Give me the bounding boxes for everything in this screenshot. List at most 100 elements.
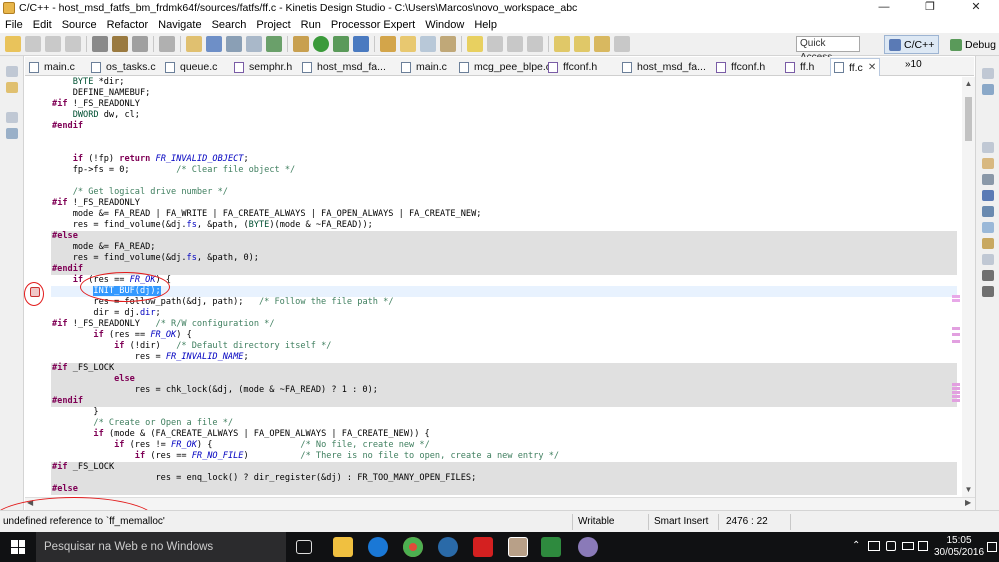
overview-marker[interactable] [952, 383, 960, 386]
code-line[interactable]: /* Get logical drive number */ [51, 187, 957, 198]
console-icon[interactable] [982, 174, 994, 185]
code-line[interactable]: if (res == FR_OK) { [51, 330, 957, 341]
forward-arrow-icon[interactable] [614, 36, 630, 52]
back-arrow-icon[interactable] [594, 36, 610, 52]
restore-icon[interactable] [982, 68, 994, 79]
app-icon[interactable] [438, 537, 458, 557]
code-line[interactable]: #if !_FS_READONLY [51, 99, 957, 110]
code-line[interactable]: if (mode & (FA_CREATE_ALWAYS | FA_OPEN_A… [51, 429, 957, 440]
eclipse-icon[interactable] [578, 537, 598, 557]
menu-navigate[interactable]: Navigate [153, 17, 206, 33]
overview-marker[interactable] [952, 387, 960, 390]
code-line[interactable]: fp->fs = 0; /* Clear file object */ [51, 165, 957, 176]
overview-marker[interactable] [952, 395, 960, 398]
new-icon[interactable] [5, 36, 21, 52]
kinetis-icon[interactable] [541, 537, 561, 557]
code-line[interactable]: res = follow_path(&dj, path); /* Follow … [51, 297, 957, 308]
code-line[interactable]: INIT_BUF(dj); [51, 286, 957, 297]
code-area[interactable]: BYTE *dir; DEFINE_NAMEBUF; #if !_FS_READO… [51, 77, 957, 495]
previous-annotation-icon[interactable] [574, 36, 590, 52]
acrobat-icon[interactable] [473, 537, 493, 557]
code-line[interactable]: DEFINE_NAMEBUF; [51, 88, 957, 99]
tab-main-c[interactable]: main.c [29, 58, 75, 76]
open-type-icon[interactable] [380, 36, 396, 52]
battery-icon[interactable] [902, 542, 914, 550]
tab-main-c-2[interactable]: main.c [401, 58, 447, 76]
code-line[interactable]: #endif [51, 121, 957, 132]
wrench-icon[interactable] [982, 238, 994, 249]
problems-icon[interactable] [982, 190, 994, 201]
tab-os-tasks-c[interactable]: os_tasks.c [91, 58, 156, 76]
menu-refactor[interactable]: Refactor [102, 17, 154, 33]
tab-ffconf-h-1[interactable]: ffconf.h [548, 58, 597, 76]
minimize-button[interactable]: — [861, 0, 907, 16]
pe-components-icon[interactable] [982, 270, 994, 281]
maximize-button[interactable]: ❐ [907, 0, 953, 16]
toggle-block-icon[interactable] [507, 36, 523, 52]
new-class-icon[interactable] [206, 36, 222, 52]
open-task-icon[interactable] [420, 36, 436, 52]
vertical-scrollbar[interactable]: ▲ ▼ [962, 77, 975, 497]
tab-host-msd-fa-2[interactable]: host_msd_fa... [622, 58, 706, 76]
code-line[interactable] [51, 143, 957, 154]
code-line[interactable]: if (!fp) return FR_INVALID_OBJECT; [51, 154, 957, 165]
pin-icon[interactable] [527, 36, 543, 52]
perspective-debug[interactable]: Debug [946, 35, 999, 54]
restore-icon[interactable] [6, 112, 18, 123]
tab-semphr-h[interactable]: semphr.h [234, 58, 292, 76]
code-line[interactable]: res = find_volume(&dj.fs, &path, 0); [51, 253, 957, 264]
tab-ff-h[interactable]: ff.h [785, 58, 814, 76]
debug-icon[interactable] [353, 36, 369, 52]
show-whitespace-icon[interactable] [487, 36, 503, 52]
code-line[interactable]: res = chk_lock(&dj, (mode & ~FA_READ) ? … [51, 385, 957, 396]
gear-icon[interactable] [92, 36, 108, 52]
menu-project[interactable]: Project [251, 17, 295, 33]
menu-processor-expert[interactable]: Processor Expert [326, 17, 420, 33]
code-line[interactable]: #else [51, 231, 957, 242]
save-all-icon[interactable] [45, 36, 61, 52]
file-explorer-icon[interactable] [333, 537, 353, 557]
taskbar-search[interactable]: Pesquisar na Web e no Windows [36, 532, 286, 562]
code-line[interactable]: if (res == FR_OK) { [51, 275, 957, 286]
outline-icon[interactable] [6, 128, 18, 139]
tab-queue-c[interactable]: queue.c [165, 58, 217, 76]
menu-window[interactable]: Window [420, 17, 469, 33]
restore-icon[interactable] [6, 66, 18, 77]
code-line[interactable]: mode &= FA_READ | FA_WRITE | FA_CREATE_A… [51, 209, 957, 220]
tasks-icon[interactable] [982, 206, 994, 217]
taskbar-clock[interactable]: 15:05 30/05/2016 [934, 535, 984, 559]
next-annotation-icon[interactable] [554, 36, 570, 52]
run-icon[interactable] [313, 36, 329, 52]
save-icon[interactable] [25, 36, 41, 52]
code-line[interactable]: res = enq_lock() ? dir_register(&dj) : F… [51, 473, 957, 484]
properties-icon[interactable] [982, 158, 994, 169]
external-tools-icon[interactable] [333, 36, 349, 52]
horizontal-scrollbar[interactable]: ◀ ▶ [25, 497, 975, 510]
scroll-thumb[interactable] [965, 97, 972, 141]
code-line[interactable]: if (res == FR_NO_FILE) /* There is no fi… [51, 451, 957, 462]
overview-ruler[interactable] [950, 77, 962, 497]
code-line[interactable]: DWORD dw, cl; [51, 110, 957, 121]
menu-help[interactable]: Help [469, 17, 502, 33]
code-line[interactable]: #endif [51, 264, 957, 275]
build-icon[interactable] [112, 36, 128, 52]
menu-source[interactable]: Source [57, 17, 102, 33]
scroll-down-icon[interactable]: ▼ [962, 485, 975, 494]
tray-chevron-icon[interactable]: ⌃ [852, 540, 860, 551]
code-line[interactable] [51, 132, 957, 143]
refresh-icon[interactable] [266, 36, 282, 52]
mark-occurrences-icon[interactable] [186, 36, 202, 52]
search-icon[interactable] [159, 36, 175, 52]
code-line[interactable]: #endif [51, 396, 957, 407]
code-line[interactable]: mode &= FA_READ; [51, 242, 957, 253]
tab-mcg-pee-blpe-c[interactable]: mcg_pee_blpe.c [459, 58, 551, 76]
code-line[interactable]: #if _FS_LOCK [51, 363, 957, 374]
action-center-icon[interactable] [987, 542, 997, 552]
start-button[interactable] [0, 532, 36, 562]
overview-marker[interactable] [952, 327, 960, 330]
edit-icon[interactable] [440, 36, 456, 52]
highlight-icon[interactable] [467, 36, 483, 52]
overview-marker[interactable] [952, 333, 960, 336]
overview-marker[interactable] [952, 299, 960, 302]
restore-icon[interactable] [982, 254, 994, 265]
